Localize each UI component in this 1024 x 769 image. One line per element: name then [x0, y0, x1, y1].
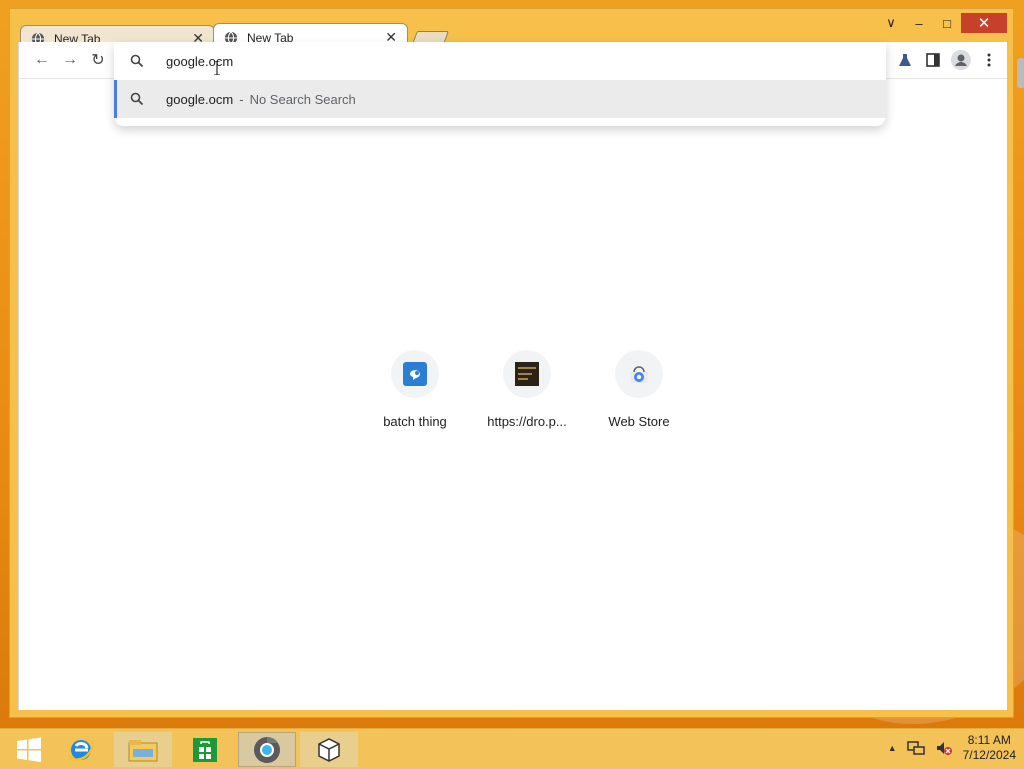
- side-panel-icon[interactable]: [923, 50, 943, 70]
- browser-content-area: ← → ↻ google.ocm google.ocm - No Search …: [18, 42, 1024, 710]
- search-icon: [130, 54, 146, 68]
- file-explorer-icon: [128, 739, 158, 761]
- close-button[interactable]: ✕: [961, 13, 1007, 33]
- clock-date: 7/12/2024: [962, 748, 1016, 762]
- internet-explorer-button[interactable]: [52, 732, 110, 767]
- chrome-button[interactable]: [238, 732, 296, 767]
- dark-thumbnail-icon: [503, 350, 551, 398]
- blue-chat-icon: [391, 350, 439, 398]
- internet-explorer-icon: [67, 739, 95, 761]
- shortcut-tile[interactable]: batch thing: [359, 350, 471, 429]
- scrollbar[interactable]: [1017, 58, 1024, 88]
- shortcut-tiles: batch thing https://dro.p... Web Store: [359, 350, 695, 429]
- chrome-icon: [254, 736, 280, 763]
- volume-muted-icon[interactable]: [935, 740, 953, 756]
- omnibox-input[interactable]: google.ocm: [166, 54, 233, 69]
- omnibox-dropdown: google.ocm google.ocm - No Search Search: [114, 42, 886, 126]
- suggestion-text: google.ocm: [166, 91, 234, 107]
- clock[interactable]: 8:11 AM 7/12/2024: [963, 733, 1016, 763]
- network-icon[interactable]: [906, 740, 925, 756]
- taskbar: ▲ 8:11 AM 7/12/2024: [0, 728, 1024, 769]
- suggestion-separator: -: [239, 91, 244, 107]
- package-icon: [318, 737, 340, 762]
- text-cursor-icon: [214, 61, 220, 75]
- show-hidden-icons-icon[interactable]: ▲: [888, 743, 897, 753]
- clock-time: 8:11 AM: [967, 733, 1011, 747]
- toolbar-right-tools: [895, 50, 999, 70]
- back-button[interactable]: ←: [31, 50, 53, 70]
- file-explorer-button[interactable]: [114, 732, 172, 767]
- shortcut-tile[interactable]: Web Store: [583, 350, 695, 429]
- menu-kebab-icon[interactable]: [979, 50, 999, 70]
- shortcut-label: https://dro.p...: [487, 414, 567, 429]
- store-icon: [193, 737, 217, 762]
- suggestion-description: No Search Search: [249, 91, 356, 107]
- maximize-button[interactable]: □: [933, 13, 961, 33]
- shortcut-label: Web Store: [608, 414, 670, 429]
- minimize-button[interactable]: –: [905, 13, 933, 33]
- labs-flask-icon[interactable]: [895, 50, 915, 70]
- shortcut-label: batch thing: [383, 414, 447, 429]
- omnibox-suggestion[interactable]: google.ocm - No Search Search: [114, 80, 886, 118]
- forward-button[interactable]: →: [59, 50, 81, 70]
- omnibox[interactable]: google.ocm: [114, 42, 886, 80]
- start-button[interactable]: [0, 732, 58, 767]
- system-tray: ▲ 8:11 AM 7/12/2024: [888, 733, 1016, 763]
- reload-button[interactable]: ↻: [87, 50, 109, 70]
- package-button[interactable]: [300, 732, 358, 767]
- tab-search-button[interactable]: ∨: [877, 13, 905, 33]
- profile-avatar-icon[interactable]: [951, 50, 971, 70]
- web-store-icon: [615, 350, 663, 398]
- start-icon: [17, 737, 41, 762]
- shortcut-tile[interactable]: https://dro.p...: [471, 350, 583, 429]
- search-icon: [130, 92, 146, 106]
- window-controls: ∨ – □ ✕: [877, 13, 1007, 33]
- store-button[interactable]: [176, 732, 234, 767]
